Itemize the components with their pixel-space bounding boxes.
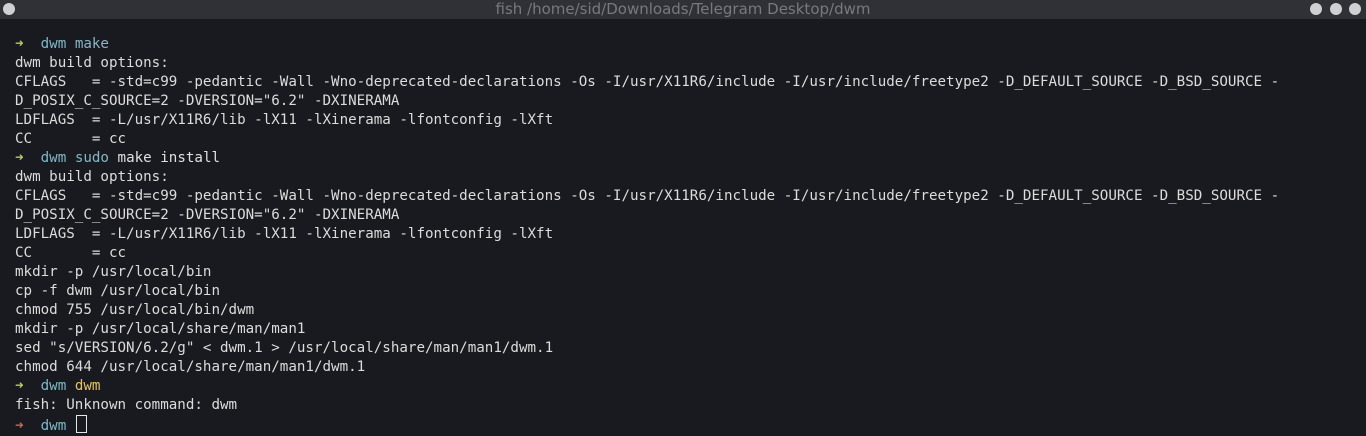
output-line: D_POSIX_C_SOURCE=2 -DVERSION="6.2" -DXIN… — [15, 93, 400, 109]
output-line: CC = cc — [15, 131, 127, 147]
output-line: sed "s/VERSION/6.2/g" < dwm.1 > /usr/loc… — [15, 340, 554, 356]
output-line: dwm build options: — [15, 55, 169, 71]
output-line: LDFLAGS = -L/usr/X11R6/lib -lX11 -lXiner… — [15, 112, 554, 128]
terminal-window: fish /home/sid/Downloads/Telegram Deskto… — [0, 0, 1366, 436]
output-line: LDFLAGS = -L/usr/X11R6/lib -lX11 -lXiner… — [15, 226, 554, 242]
title-bar[interactable]: fish /home/sid/Downloads/Telegram Deskto… — [0, 0, 1366, 19]
prompt-arrow-icon: ➜ — [15, 418, 24, 434]
terminal-output[interactable]: ➜ dwm make dwm build options: CFLAGS = -… — [15, 35, 1361, 434]
close-icon[interactable] — [1349, 3, 1361, 15]
output-line: cp -f dwm /usr/local/bin — [15, 283, 220, 299]
error-line: fish: Unknown command: dwm — [15, 397, 238, 413]
prompt-directory: dwm — [40, 378, 67, 394]
prompt-arrow-icon: ➜ — [15, 36, 24, 52]
command-name: dwm — [74, 378, 101, 394]
command-arguments: make install — [117, 150, 221, 166]
output-line: dwm build options: — [15, 169, 169, 185]
prompt-line: ➜ dwm dwm — [15, 377, 1361, 396]
output-line: D_POSIX_C_SOURCE=2 -DVERSION="6.2" -DXIN… — [15, 207, 400, 223]
command-name: sudo — [74, 150, 109, 166]
output-line: mkdir -p /usr/local/share/man/man1 — [15, 321, 306, 337]
prompt-directory: dwm — [40, 36, 67, 52]
output-line: CFLAGS = -std=c99 -pedantic -Wall -Wno-d… — [15, 74, 1280, 90]
prompt-arrow-icon: ➜ — [15, 150, 24, 166]
output-line: CFLAGS = -std=c99 -pedantic -Wall -Wno-d… — [15, 188, 1280, 204]
output-line: CC = cc — [15, 245, 127, 261]
window-title: fish /home/sid/Downloads/Telegram Deskto… — [495, 0, 871, 18]
text-cursor[interactable] — [75, 415, 87, 433]
prompt-directory: dwm — [40, 150, 67, 166]
prompt-directory: dwm — [40, 418, 67, 434]
command-name: make — [74, 36, 109, 52]
maximize-icon[interactable] — [1330, 3, 1342, 15]
output-line: mkdir -p /usr/local/bin — [15, 264, 212, 280]
current-prompt-line[interactable]: ➜ dwm — [15, 415, 1361, 434]
minimize-icon[interactable] — [1310, 3, 1322, 15]
prompt-line: ➜ dwm make — [15, 35, 1361, 54]
output-line: chmod 755 /usr/local/bin/dwm — [15, 302, 255, 318]
prompt-line: ➜ dwm sudo make install — [15, 149, 1361, 168]
output-line: chmod 644 /usr/local/share/man/man1/dwm.… — [15, 359, 366, 375]
prompt-arrow-icon: ➜ — [15, 378, 24, 394]
